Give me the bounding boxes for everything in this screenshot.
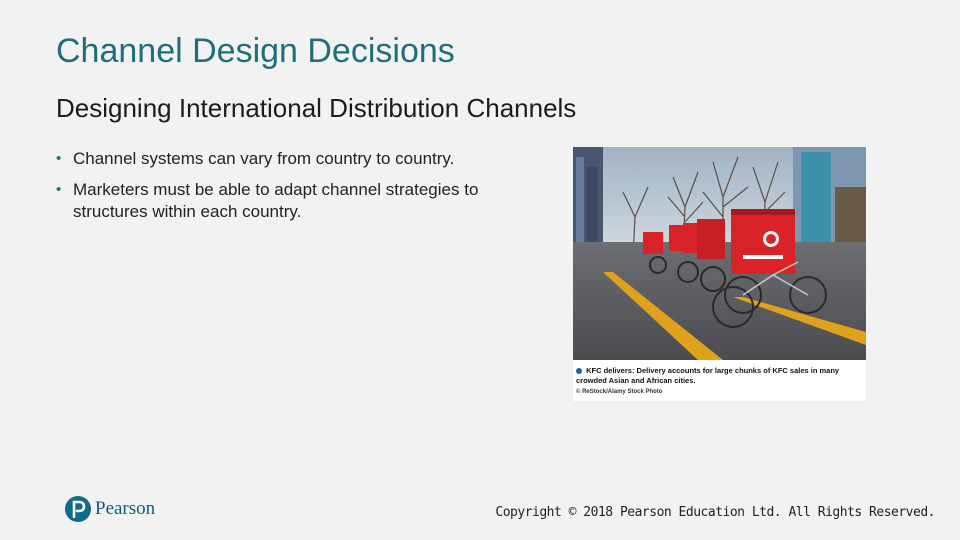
bullet-text: Channel systems can vary from country to… bbox=[73, 149, 455, 168]
kfc-delivery-bikes-photo bbox=[573, 147, 866, 360]
bullet-icon: • bbox=[56, 181, 62, 198]
bullet-text: Marketers must be able to adapt channel … bbox=[73, 180, 479, 221]
bullet-item: • Channel systems can vary from country … bbox=[56, 148, 556, 170]
slide-title: Channel Design Decisions bbox=[56, 32, 455, 70]
pearson-wordmark: Pearson bbox=[95, 498, 156, 519]
pearson-logo: Pearson bbox=[65, 495, 155, 523]
bullet-list: • Channel systems can vary from country … bbox=[56, 148, 556, 232]
pearson-p-icon bbox=[65, 496, 91, 522]
bullet-icon: • bbox=[56, 150, 62, 167]
bullet-item: • Marketers must be able to adapt channe… bbox=[56, 179, 556, 223]
caption-text: KFC delivers: Delivery accounts for larg… bbox=[576, 366, 840, 385]
caption-bullet-icon bbox=[576, 368, 582, 375]
photo-credit: © ReStock/Alamy Stock Photo bbox=[576, 389, 663, 395]
slide: Channel Design Decisions Designing Inter… bbox=[0, 0, 960, 540]
slide-subtitle: Designing International Distribution Cha… bbox=[56, 93, 577, 123]
copyright-notice: Copyright © 2018 Pearson Education Ltd. … bbox=[495, 505, 935, 520]
photo-caption: KFC delivers: Delivery accounts for larg… bbox=[576, 366, 862, 386]
photo-figure: KFC delivers: Delivery accounts for larg… bbox=[573, 147, 866, 401]
